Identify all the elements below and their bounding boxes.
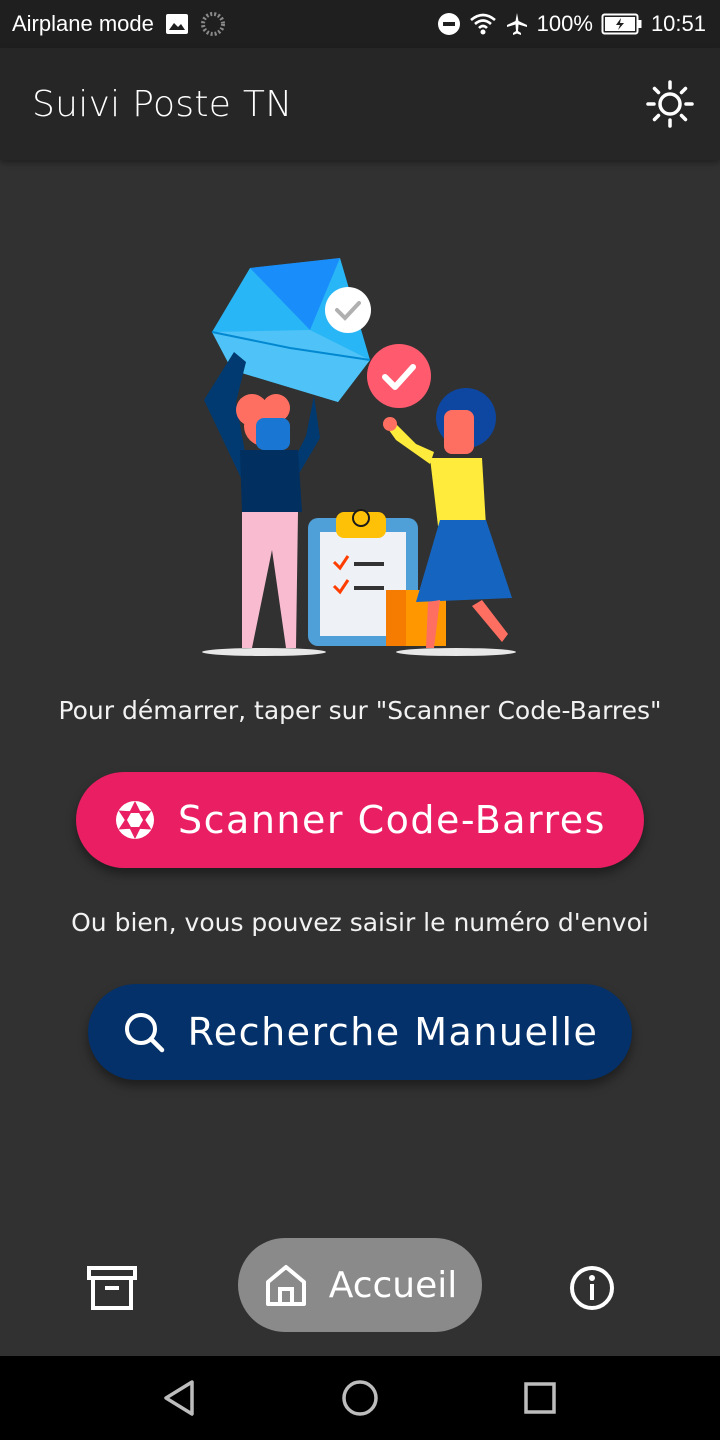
- app-bar: Suivi Poste TN: [0, 48, 720, 160]
- airplane-icon: [506, 13, 527, 35]
- brightness-icon: [646, 80, 694, 128]
- nav-archive[interactable]: [86, 1264, 138, 1312]
- archive-icon: [87, 1266, 137, 1310]
- search-icon: [124, 1013, 164, 1053]
- home-nav-icon[interactable]: [338, 1376, 382, 1420]
- info-icon: [570, 1266, 614, 1310]
- image-icon: [165, 14, 188, 34]
- nav-info[interactable]: [568, 1264, 616, 1312]
- battery-charging-icon: [601, 13, 642, 35]
- manual-search-label: Recherche Manuelle: [187, 1010, 599, 1054]
- back-icon[interactable]: [158, 1376, 202, 1420]
- nav-home-label: Accueil: [328, 1264, 458, 1306]
- system-navigation-bar: [0, 1356, 720, 1440]
- scan-hint-text: Pour démarrer, taper sur "Scanner Code-B…: [58, 696, 662, 725]
- clock: 10:51: [650, 11, 706, 36]
- status-bar: Airplane mode 100% 10:51: [0, 0, 720, 48]
- bottom-navigation: Accueil: [0, 1232, 720, 1344]
- delivery-illustration: [202, 258, 516, 656]
- theme-toggle-button[interactable]: [644, 78, 696, 130]
- recents-icon[interactable]: [518, 1376, 562, 1420]
- scan-button-label: Scanner Code-Barres: [178, 798, 606, 842]
- manual-search-button[interactable]: Recherche Manuelle: [88, 984, 632, 1080]
- sync-icon: [200, 12, 225, 36]
- scan-barcode-button[interactable]: Scanner Code-Barres: [76, 772, 644, 868]
- do-not-disturb-icon: [437, 13, 460, 35]
- home-icon: [265, 1265, 306, 1306]
- manual-hint-text: Ou bien, vous pouvez saisir le numéro d'…: [71, 908, 649, 937]
- battery-percent: 100%: [536, 11, 593, 36]
- airplane-mode-label: Airplane mode: [12, 11, 154, 36]
- wifi-icon: [469, 13, 496, 35]
- app-title: Suivi Poste TN: [32, 83, 293, 125]
- nav-home[interactable]: Accueil: [238, 1238, 482, 1332]
- camera-shutter-icon: [116, 801, 155, 839]
